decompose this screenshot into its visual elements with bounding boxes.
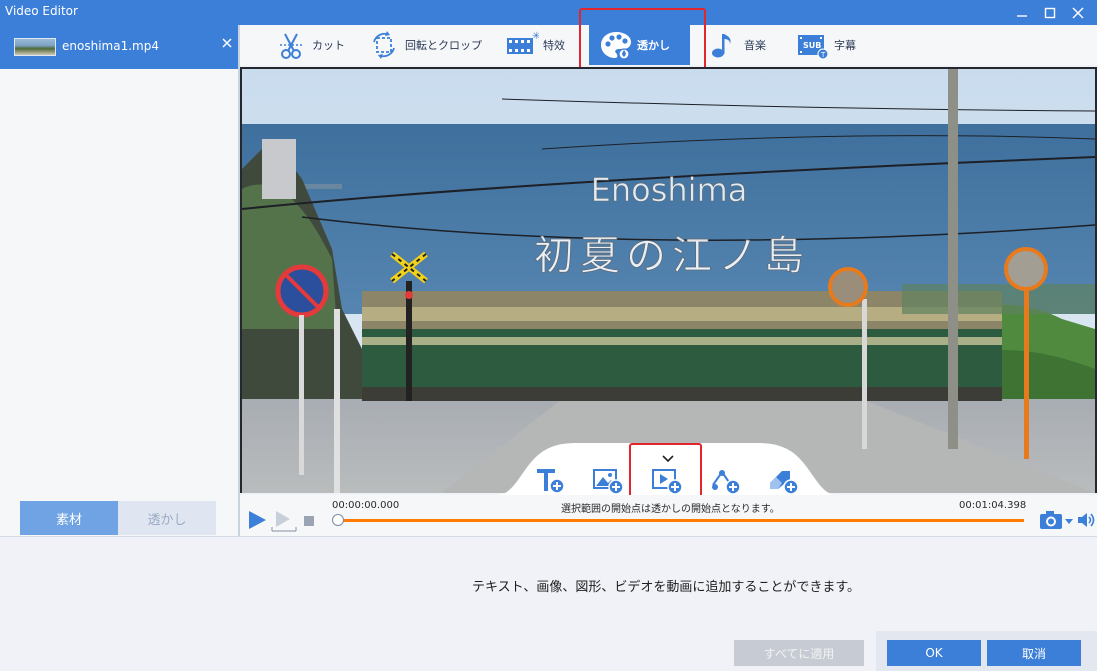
close-icon — [1072, 7, 1084, 18]
play-selection-icon[interactable] — [270, 509, 298, 533]
stop-icon[interactable] — [303, 515, 315, 527]
video-watermark-english: Enoshima — [591, 171, 748, 209]
minimize-icon — [1017, 14, 1027, 17]
tool-subtitle[interactable]: SUB T 字幕 — [796, 25, 856, 65]
svg-text:SUB: SUB — [803, 41, 821, 50]
tool-music[interactable]: 音楽 — [706, 25, 766, 65]
file-thumbnail — [14, 38, 56, 56]
tab-material[interactable]: 素材 — [20, 501, 118, 535]
play-icon[interactable] — [246, 509, 268, 531]
timeline-start-time: 00:00:00.000 — [332, 500, 400, 511]
add-image-icon — [593, 469, 624, 495]
tool-effects-label: 特效 — [543, 39, 565, 52]
bottom-panel: テキスト、画像、図形、ビデオを動画に追加することができます。 すべてに適用 OK… — [0, 537, 1097, 671]
add-shape-button[interactable] — [710, 467, 742, 495]
add-eraser-icon — [770, 471, 799, 495]
scissors-icon — [274, 28, 308, 62]
svg-text:✳: ✳ — [532, 31, 539, 42]
snapshot-camera-icon[interactable] — [1038, 509, 1074, 531]
tab-watermark[interactable]: 透かし — [118, 501, 216, 535]
music-note-icon — [706, 28, 740, 62]
video-preview: Enoshima 初夏の江ノ島 — [240, 67, 1097, 493]
tool-music-label: 音楽 — [744, 39, 766, 52]
timeline-playhead[interactable] — [332, 514, 344, 526]
timeline-track[interactable] — [338, 519, 1024, 522]
maximize-icon — [1044, 7, 1056, 18]
left-tabs: 素材 透かし — [20, 501, 216, 535]
file-item[interactable]: enoshima1.mp4 — [0, 25, 238, 69]
add-image-button[interactable] — [593, 467, 625, 495]
apply-all-button[interactable]: すべてに適用 — [734, 640, 864, 666]
add-shape-icon — [712, 470, 741, 495]
add-text-button[interactable] — [535, 467, 567, 495]
tool-effects[interactable]: ✳ 特效 — [505, 25, 565, 65]
tool-rotate-crop[interactable]: 回転とクロップ — [367, 25, 482, 65]
close-button[interactable] — [1064, 0, 1092, 25]
video-scene-image: Enoshima 初夏の江ノ島 — [242, 69, 1095, 493]
svg-text:T: T — [820, 51, 826, 59]
effects-icon: ✳ — [505, 28, 539, 62]
timeline-message: 選択範囲の開始点は透かしの開始点となります。 — [561, 504, 780, 515]
add-eraser-button[interactable] — [768, 467, 800, 495]
timeline-end-time: 00:01:04.398 — [959, 500, 1027, 511]
tool-rotate-crop-label: 回転とクロップ — [405, 39, 482, 52]
minimize-button[interactable] — [1008, 0, 1036, 25]
tool-cut[interactable]: カット — [274, 25, 345, 65]
timeline-bar: 00:00:00.000 選択範囲の開始点は透かしの開始点となります。 00:0… — [240, 495, 1097, 537]
file-list-panel: enoshima1.mp4 素材 透かし — [0, 25, 238, 537]
video-watermark-japanese: 初夏の江ノ島 — [534, 233, 810, 279]
tool-subtitle-label: 字幕 — [834, 39, 856, 52]
tool-cut-label: カット — [312, 39, 345, 52]
video-frame: Enoshima 初夏の江ノ島 — [242, 69, 1095, 493]
maximize-button[interactable] — [1036, 0, 1064, 25]
window-title: Video Editor — [5, 4, 78, 18]
ok-button[interactable]: OK — [887, 640, 981, 666]
rotate-crop-icon — [367, 28, 401, 62]
subtitle-icon: SUB T — [796, 28, 830, 62]
video-editor-window: Video Editor enoshima1.mp4 素材 透かし カット 回転… — [0, 0, 1097, 671]
watermark-hint-text: テキスト、画像、図形、ビデオを動画に追加することができます。 — [472, 580, 861, 595]
file-name: enoshima1.mp4 — [62, 39, 159, 53]
volume-icon[interactable] — [1076, 510, 1096, 530]
add-text-icon — [537, 469, 565, 494]
title-bar: Video Editor — [0, 0, 1097, 25]
cancel-button[interactable]: 取消 — [987, 640, 1081, 666]
remove-file-icon[interactable] — [220, 36, 234, 50]
